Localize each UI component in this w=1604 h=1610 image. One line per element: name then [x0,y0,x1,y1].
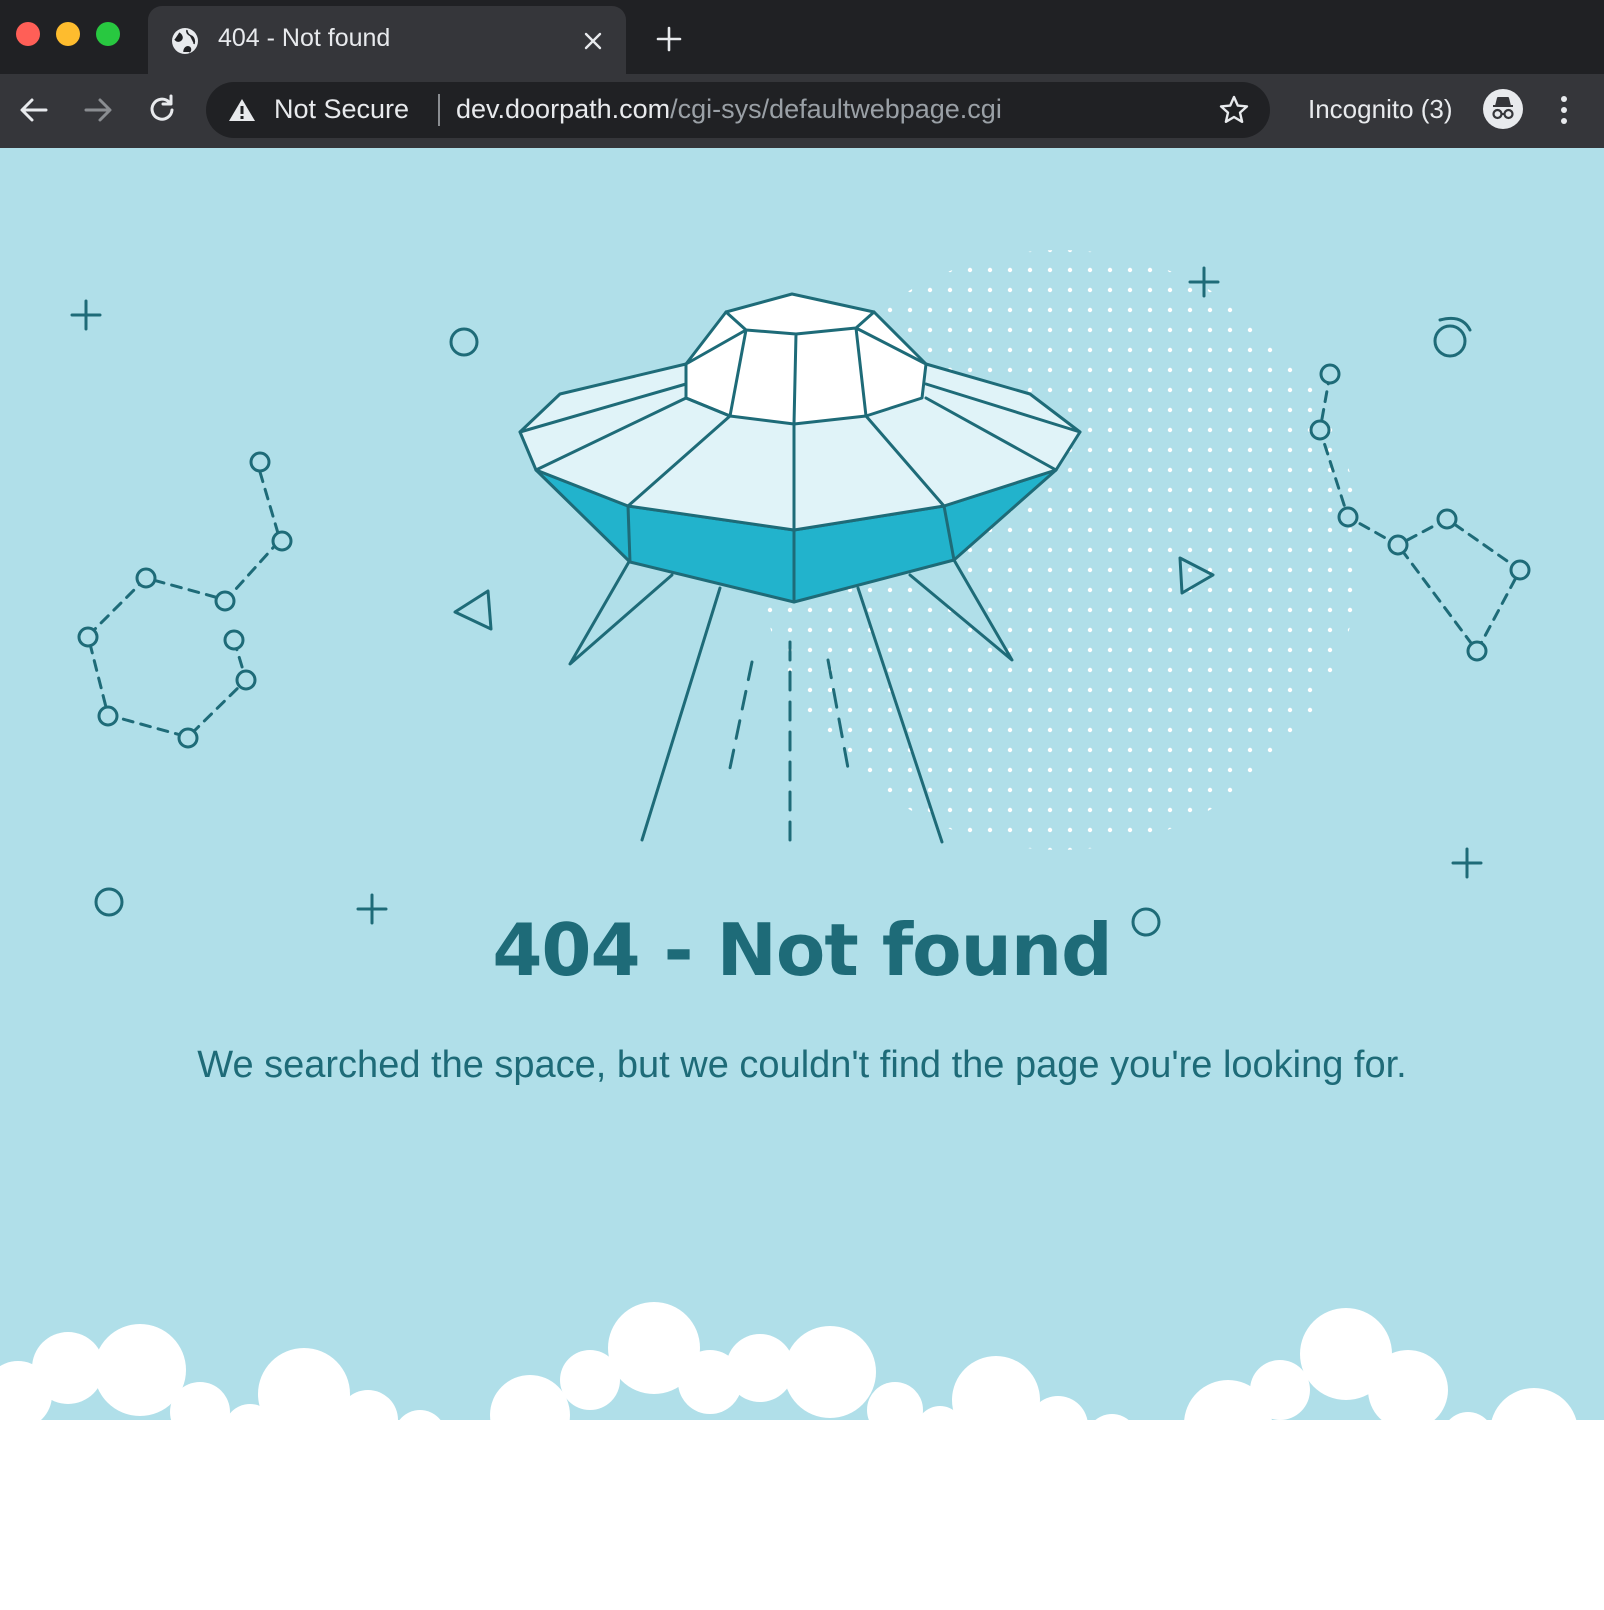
tab-active[interactable]: 404 - Not found [148,6,626,74]
page-title: 404 - Not found [492,908,1112,992]
url-text[interactable]: dev.doorpath.com/cgi-sys/defaultwebpage.… [456,94,1002,125]
new-tab-plus-icon[interactable] [655,25,683,53]
tab-strip: 404 - Not found [0,0,1604,74]
address-bar[interactable]: Not Secure dev.doorpath.com/cgi-sys/defa… [206,82,1270,138]
page-content: 404 - Not found We searched the space, b… [0,148,1604,1610]
star-icon[interactable] [1218,94,1250,126]
globe-icon [172,28,198,54]
plus-decoration [1451,847,1483,879]
circle-decoration [449,327,479,357]
reload-icon[interactable] [144,92,180,128]
tab-title: 404 - Not found [218,24,391,52]
plus-decoration [70,299,102,331]
arrow-left-icon[interactable] [16,92,52,128]
omnibox-divider [438,94,440,126]
url-path: /cgi-sys/defaultwebpage.cgi [670,94,1002,124]
error-message: We searched the space, but we couldn't f… [197,1044,1407,1086]
browser-chrome: 404 - Not found Not Secure dev.doorpath.… [0,0,1604,148]
cloud-layer [0,1302,1604,1610]
space-illustration [0,250,1604,1610]
url-host: dev.doorpath.com [456,94,671,124]
maximize-window-button[interactable] [96,22,120,46]
planet-decoration [1433,324,1467,358]
warning-icon [229,99,255,121]
close-window-button[interactable] [16,22,40,46]
constellation-left [77,451,293,749]
incognito-label[interactable]: Incognito (3) [1308,94,1453,125]
arrow-right-icon[interactable] [80,92,116,128]
incognito-icon[interactable] [1482,88,1524,130]
kebab-menu-icon[interactable] [1554,94,1574,126]
minimize-window-button[interactable] [56,22,80,46]
security-status[interactable]: Not Secure [274,94,409,125]
triangle-decoration [453,589,493,631]
close-icon[interactable] [580,28,606,54]
